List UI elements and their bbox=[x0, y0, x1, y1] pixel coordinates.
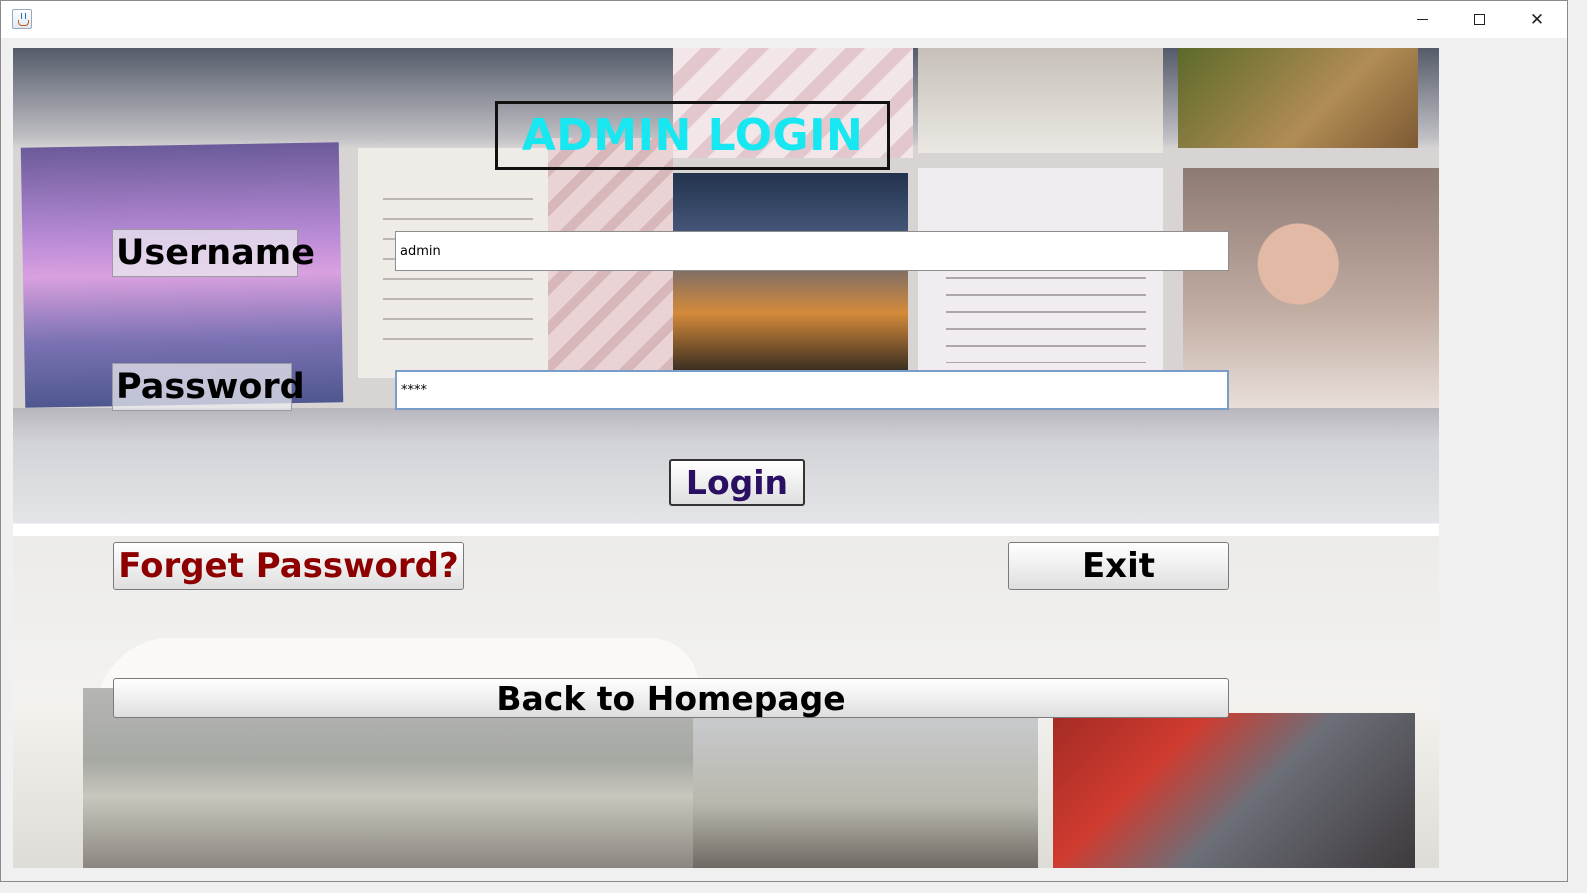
password-label: Password bbox=[116, 367, 305, 407]
background-photo-field bbox=[1178, 48, 1418, 148]
username-label-box: Username bbox=[112, 229, 315, 277]
background-photo-palace-2 bbox=[693, 708, 1038, 868]
login-button[interactable]: Login bbox=[669, 459, 805, 506]
maximize-icon bbox=[1473, 14, 1485, 25]
close-icon: ✕ bbox=[1529, 9, 1545, 30]
username-field[interactable] bbox=[395, 231, 1229, 271]
background-photo-cup bbox=[918, 48, 1163, 153]
maximize-button[interactable] bbox=[1450, 1, 1508, 38]
title-bar[interactable]: ✕ bbox=[1, 1, 1567, 38]
page-title: ADMIN LOGIN bbox=[521, 110, 864, 161]
username-label: Username bbox=[116, 233, 315, 273]
page-title-box: ADMIN LOGIN bbox=[495, 101, 890, 170]
login-panel: ADMIN LOGIN Username Password Login Forg… bbox=[13, 48, 1439, 868]
back-to-homepage-button[interactable]: Back to Homepage bbox=[113, 678, 1229, 718]
password-field[interactable] bbox=[395, 370, 1229, 410]
minimize-icon bbox=[1416, 19, 1428, 20]
java-app-icon[interactable] bbox=[12, 9, 32, 29]
close-button[interactable]: ✕ bbox=[1508, 1, 1566, 38]
minimize-button[interactable] bbox=[1393, 1, 1451, 38]
password-label-box: Password bbox=[112, 363, 305, 411]
application-window: ✕ ADMIN LOGIN Username Password bbox=[0, 0, 1568, 882]
forget-password-button[interactable]: Forget Password? bbox=[113, 542, 464, 590]
background-photo-phonebooth bbox=[1053, 713, 1415, 868]
exit-button[interactable]: Exit bbox=[1008, 542, 1229, 590]
background-photo-sunset bbox=[673, 173, 908, 373]
divider bbox=[13, 524, 1439, 536]
